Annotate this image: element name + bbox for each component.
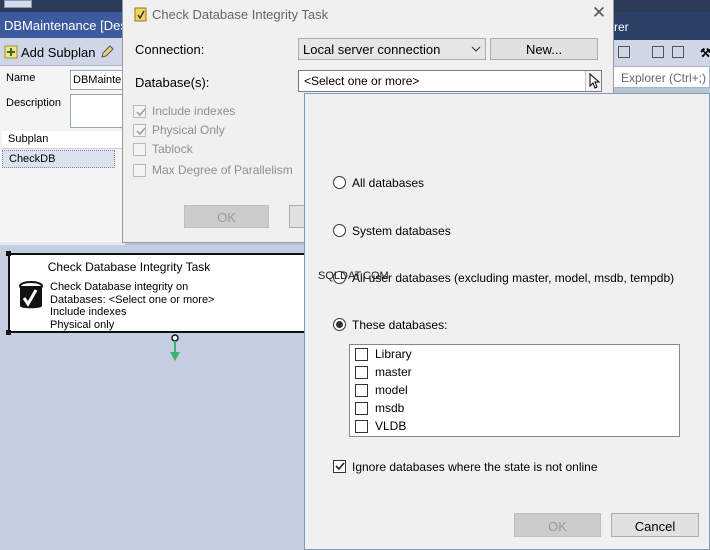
- check-icon: [136, 108, 146, 117]
- precedence-arrow-icon[interactable]: [168, 334, 182, 364]
- checkbox[interactable]: [133, 105, 146, 118]
- resize-handle[interactable]: [6, 330, 11, 335]
- toolbar-icon[interactable]: [652, 46, 664, 58]
- mini-tab[interactable]: [4, 0, 32, 8]
- toolbar-icon[interactable]: [618, 46, 630, 58]
- checkbox[interactable]: [133, 143, 146, 156]
- connection-value: Local server connection: [303, 42, 441, 57]
- option-label: Max Degree of Parallelism: [152, 163, 293, 177]
- description-label: Description: [6, 97, 62, 109]
- radio-button-selected[interactable]: [333, 318, 346, 331]
- task-line: Physical only: [50, 318, 115, 331]
- wrench-icon[interactable]: ⚒: [700, 46, 710, 60]
- ignore-offline-label: Ignore databases where the state is not …: [352, 460, 598, 474]
- databases-select[interactable]: <Select one or more>: [298, 70, 602, 92]
- databases-dropdown-button[interactable]: [585, 71, 601, 91]
- toolbar-icon[interactable]: [672, 46, 684, 58]
- description-field[interactable]: [70, 94, 130, 128]
- checkbox[interactable]: [133, 164, 146, 177]
- task-title: Check Database Integrity Task: [47, 260, 211, 274]
- database-name: msdb: [375, 401, 405, 415]
- designer-toolbar: Add Subplan: [0, 38, 125, 66]
- radio-label: All databases: [352, 176, 425, 190]
- database-list[interactable]: Library master model msdb VLDB: [349, 344, 680, 437]
- checkbox[interactable]: [333, 460, 346, 473]
- database-check-icon: [19, 281, 43, 309]
- check-icon: [136, 127, 146, 136]
- cursor-icon: [589, 72, 601, 89]
- new-connection-button[interactable]: New...: [490, 38, 598, 60]
- name-field[interactable]: DBMaintena: [70, 70, 130, 90]
- checkbox[interactable]: [355, 348, 368, 361]
- database-name: master: [375, 365, 412, 379]
- database-name: VLDB: [375, 419, 407, 433]
- subplan-row[interactable]: CheckDB: [2, 150, 115, 168]
- connection-select[interactable]: Local server connection: [298, 38, 486, 60]
- close-icon[interactable]: ✕: [589, 3, 609, 23]
- checkbox[interactable]: [355, 384, 368, 397]
- panel-cancel-button[interactable]: Cancel: [611, 513, 699, 537]
- checkbox[interactable]: [355, 420, 368, 433]
- database-name: Library: [375, 347, 412, 361]
- task-description: Check Database integrity on Databases: <…: [50, 281, 214, 331]
- checkbox[interactable]: [133, 124, 146, 137]
- connection-label: Connection:: [135, 42, 205, 57]
- subplan-column-header: Subplan: [2, 131, 125, 149]
- task-line: Check Database integrity on: [50, 281, 189, 293]
- check-icon: [335, 462, 345, 471]
- radio-button[interactable]: [333, 224, 346, 237]
- option-label: Physical Only: [152, 123, 225, 137]
- databases-value: <Select one or more>: [304, 74, 420, 88]
- task-line: Databases: <Select one or more>: [50, 293, 215, 306]
- add-subplan-button[interactable]: Add Subplan: [21, 45, 95, 60]
- add-subplan-icon[interactable]: [4, 45, 18, 59]
- watermark: SQLDAT.COM: [318, 270, 389, 282]
- radio-label: System databases: [352, 224, 451, 238]
- database-selection-panel: All databases System databases All user …: [304, 93, 710, 550]
- task-line: Include indexes: [50, 306, 127, 318]
- option-label: Include indexes: [152, 104, 236, 118]
- databases-label: Database(s):: [135, 75, 210, 90]
- edit-icon[interactable]: [100, 45, 114, 59]
- radio-label: These databases:: [352, 318, 448, 332]
- option-label: Tablock: [152, 142, 193, 156]
- chevron-down-icon: [471, 46, 481, 52]
- checkbox[interactable]: [355, 402, 368, 415]
- name-label: Name: [6, 72, 36, 84]
- dialog-ok-button[interactable]: OK: [184, 205, 269, 228]
- resize-handle[interactable]: [6, 251, 11, 256]
- designer-tab[interactable]: DBMaintenance [Desig: [0, 12, 125, 38]
- radio-label: All user databases (excluding master, mo…: [352, 271, 675, 285]
- database-name: model: [375, 383, 408, 397]
- checkbox[interactable]: [355, 366, 368, 379]
- task-icon: [134, 7, 147, 22]
- subplan-properties: Name DBMaintena Description Subplan Chec…: [0, 66, 130, 242]
- dialog-title: Check Database Integrity Task: [152, 7, 329, 22]
- task-block[interactable]: Check Database Integrity Task Check Data…: [6, 251, 308, 335]
- panel-ok-button[interactable]: OK: [514, 513, 601, 537]
- radio-button[interactable]: [333, 176, 346, 189]
